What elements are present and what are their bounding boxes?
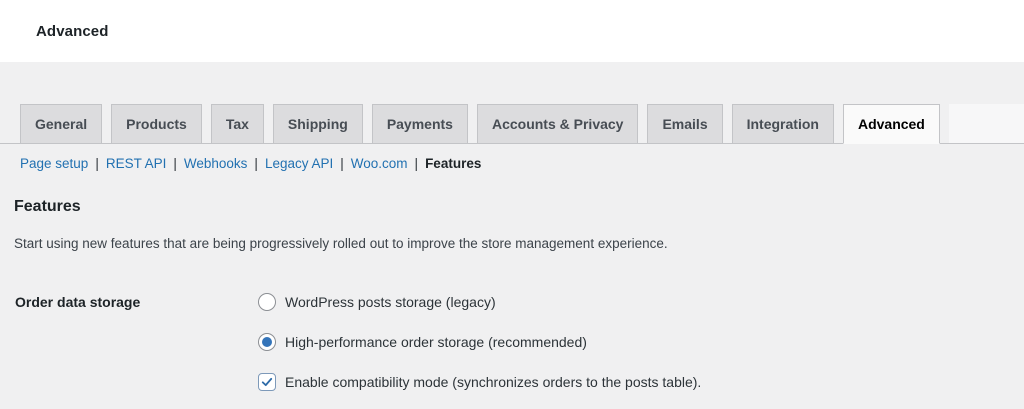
section-description: Start using new features that are being … xyxy=(14,236,1024,251)
field-label-order-data-storage: Order data storage xyxy=(15,293,258,391)
subnav-link-woo-com[interactable]: Woo.com xyxy=(351,156,408,171)
tab-emails[interactable]: Emails xyxy=(647,104,722,144)
order-data-storage-options: WordPress posts storage (legacy) High-per… xyxy=(258,293,701,391)
option-label[interactable]: Enable compatibility mode (synchronizes … xyxy=(285,374,701,390)
subnav-link-legacy-api[interactable]: Legacy API xyxy=(265,156,333,171)
settings-page-body: GeneralProductsTaxShippingPaymentsAccoun… xyxy=(0,62,1024,409)
subnav-separator: | xyxy=(415,156,419,171)
subnav-separator: | xyxy=(173,156,177,171)
subnav-link-page-setup[interactable]: Page setup xyxy=(20,156,88,171)
admin-header: Advanced xyxy=(0,0,1024,62)
option-row-high-performance-order-storage-recommended[interactable]: High-performance order storage (recommen… xyxy=(258,333,701,351)
option-row-wordpress-posts-storage-legacy[interactable]: WordPress posts storage (legacy) xyxy=(258,293,701,311)
tab-general[interactable]: General xyxy=(20,104,102,144)
option-label[interactable]: High-performance order storage (recommen… xyxy=(285,334,587,350)
checkbox-enable-compatibility-mode-synchronizes-orders-to-the-posts-table[interactable] xyxy=(258,373,276,391)
page-title: Advanced xyxy=(36,23,109,40)
subnav-link-features[interactable]: Features xyxy=(425,156,481,171)
section-heading: Features xyxy=(14,198,1024,216)
option-label[interactable]: WordPress posts storage (legacy) xyxy=(285,294,496,310)
tab-advanced[interactable]: Advanced xyxy=(843,104,940,144)
subnav-link-rest-api[interactable]: REST API xyxy=(106,156,167,171)
tab-accounts-privacy[interactable]: Accounts & Privacy xyxy=(477,104,639,144)
tab-tax[interactable]: Tax xyxy=(211,104,264,144)
subnav-separator: | xyxy=(340,156,344,171)
tab-shipping[interactable]: Shipping xyxy=(273,104,363,144)
subnav-separator: | xyxy=(254,156,258,171)
tab-payments[interactable]: Payments xyxy=(372,104,468,144)
settings-tabs: GeneralProductsTaxShippingPaymentsAccoun… xyxy=(0,62,1024,144)
subnav-link-webhooks[interactable]: Webhooks xyxy=(184,156,248,171)
subnav-separator: | xyxy=(95,156,99,171)
radio-wordpress-posts-storage-legacy[interactable] xyxy=(258,293,276,311)
option-row-enable-compatibility-mode-synchronizes-orders-to-the-posts-table[interactable]: Enable compatibility mode (synchronizes … xyxy=(258,373,701,391)
order-data-storage-row: Order data storage WordPress posts stora… xyxy=(0,293,1024,391)
settings-subnav: Page setup | REST API | Webhooks | Legacy API |… xyxy=(0,144,1024,171)
checkmark-icon xyxy=(260,375,274,389)
tab-row-filler xyxy=(949,104,1024,144)
tab-integration[interactable]: Integration xyxy=(732,104,834,144)
tab-products[interactable]: Products xyxy=(111,104,202,144)
radio-high-performance-order-storage-recommended[interactable] xyxy=(258,333,276,351)
